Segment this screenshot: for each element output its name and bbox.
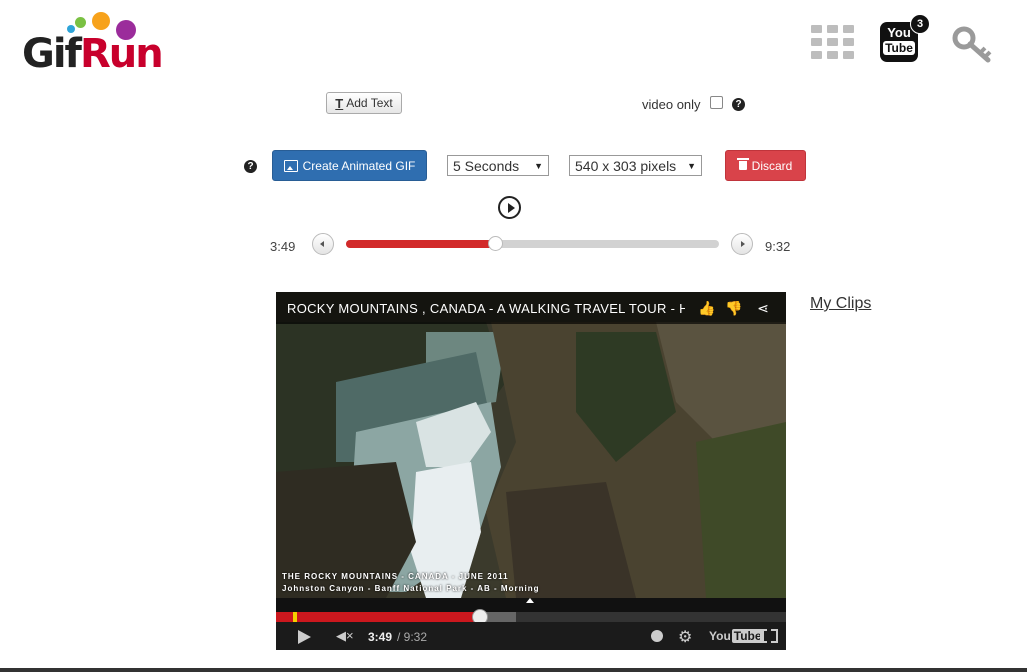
gear-icon[interactable]: ⚙	[678, 627, 692, 647]
watch-later-icon[interactable]	[651, 630, 663, 642]
key-icon[interactable]	[952, 26, 994, 66]
youtube-logo[interactable]: You Tube	[709, 629, 764, 643]
caption-line-1: THE ROCKY MOUNTAINS - CANADA - JUNE 2011	[282, 572, 509, 581]
create-animated-gif-button[interactable]: Create Animated GIF	[272, 150, 427, 181]
picture-icon	[283, 159, 298, 172]
clip-range-slider[interactable]	[346, 236, 719, 251]
dropdown-caret-icon: ▼	[534, 160, 543, 171]
video-only-label: video only	[642, 97, 701, 112]
youtube-logo-tube: Tube	[731, 629, 764, 643]
text-icon: T	[335, 95, 344, 111]
help-icon[interactable]: ?	[732, 98, 745, 111]
video-control-bar: ◀× 3:49 / 9:32 ⚙ You Tube	[276, 622, 786, 650]
discard-label: Discard	[751, 158, 793, 173]
clip-range-handle[interactable]	[488, 236, 504, 251]
youtube-you-text: You	[887, 25, 911, 40]
clip-range-fill	[346, 240, 496, 248]
mute-icon[interactable]: ◀×	[336, 628, 354, 644]
preview-play-button[interactable]	[498, 196, 521, 219]
caption-line-2: Johnston Canyon - Banff National Park - …	[282, 584, 540, 593]
youtube-count-badge: 3	[910, 14, 930, 34]
logo-dot	[75, 17, 86, 28]
video-title[interactable]: ROCKY MOUNTAINS , CANADA - A WALKING TRA…	[287, 301, 685, 316]
create-gif-label: Create Animated GIF	[302, 158, 416, 173]
clip-start-marker	[293, 612, 297, 622]
video-duration: / 9:32	[397, 630, 428, 644]
dropdown-caret-icon: ▼	[687, 160, 696, 171]
add-text-button[interactable]: T Add Text	[326, 92, 402, 114]
video-current-time: 3:49	[368, 630, 393, 644]
step-forward-button[interactable]	[731, 233, 753, 255]
logo-gif-text: Gif	[22, 31, 82, 77]
size-value: 540 x 303 pixels	[575, 157, 677, 174]
youtube-tube-text: Tube	[883, 41, 915, 55]
gifrun-logo[interactable]: GifRun	[22, 12, 164, 74]
logo-wordmark: GifRun	[22, 31, 164, 77]
my-clips-link[interactable]: My Clips	[810, 295, 871, 313]
logo-run-text: Run	[79, 31, 164, 77]
video-frame	[276, 292, 786, 598]
video-player[interactable]: ROCKY MOUNTAINS , CANADA - A WALKING TRA…	[276, 292, 786, 650]
size-select[interactable]: 540 x 303 pixels ▼	[569, 155, 702, 176]
discard-button[interactable]: Discard	[725, 150, 806, 181]
play-icon[interactable]	[298, 630, 311, 644]
thumbs-down-icon[interactable]: 👎	[725, 300, 742, 316]
share-icon[interactable]: ⋖	[755, 300, 771, 316]
youtube-logo-you: You	[709, 629, 731, 643]
video-played-bar	[276, 612, 480, 622]
help-icon[interactable]: ?	[244, 160, 257, 173]
video-caption: THE ROCKY MOUNTAINS - CANADA - JUNE 2011…	[282, 571, 539, 595]
logo-dot	[92, 12, 110, 30]
video-title-bar: ROCKY MOUNTAINS , CANADA - A WALKING TRA…	[276, 292, 786, 324]
duration-value: 5 Seconds	[453, 157, 520, 174]
thumbs-up-icon[interactable]: 👍	[698, 300, 715, 316]
clip-start-time: 3:49	[270, 239, 296, 254]
clip-end-time: 9:32	[765, 239, 791, 254]
step-back-button[interactable]	[312, 233, 334, 255]
trash-icon	[736, 158, 749, 170]
grid-icon[interactable]	[811, 25, 854, 59]
add-text-label: Add Text	[346, 96, 393, 110]
video-only-checkbox[interactable]	[710, 96, 723, 109]
bottom-divider	[0, 668, 1027, 672]
duration-select[interactable]: 5 Seconds ▼	[447, 155, 549, 176]
fullscreen-icon[interactable]	[760, 629, 778, 643]
scrub-marker-icon	[526, 598, 534, 603]
